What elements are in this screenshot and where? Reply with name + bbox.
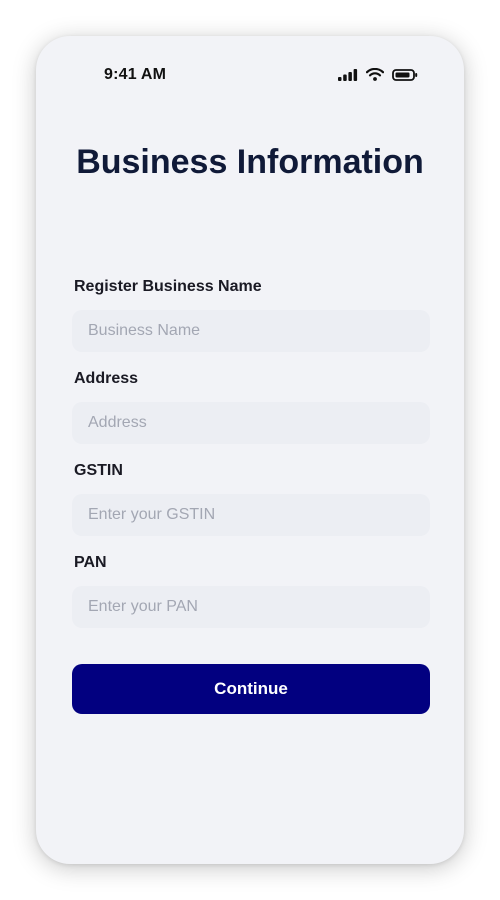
- battery-icon: [392, 68, 418, 81]
- page-title: Business Information: [36, 136, 464, 189]
- business-name-label: Register Business Name: [74, 278, 262, 295]
- pan-input[interactable]: [72, 586, 430, 628]
- status-bar: 9:41 AM: [36, 36, 464, 116]
- address-input[interactable]: [72, 402, 430, 444]
- page-title-text: Business Information: [76, 143, 424, 181]
- cellular-signal-icon: [338, 68, 358, 81]
- gstin-input[interactable]: [72, 494, 430, 536]
- wifi-icon: [366, 68, 384, 81]
- status-icons: [338, 68, 418, 81]
- gstin-label: GSTIN: [74, 462, 123, 479]
- phone-screen: 9:41 AM Business Information Register Bu…: [36, 36, 464, 864]
- pan-label: PAN: [74, 554, 107, 571]
- business-name-input[interactable]: [72, 310, 430, 352]
- address-label: Address: [74, 370, 139, 387]
- status-time: 9:41 AM: [104, 66, 167, 83]
- continue-button[interactable]: Continue: [72, 664, 430, 714]
